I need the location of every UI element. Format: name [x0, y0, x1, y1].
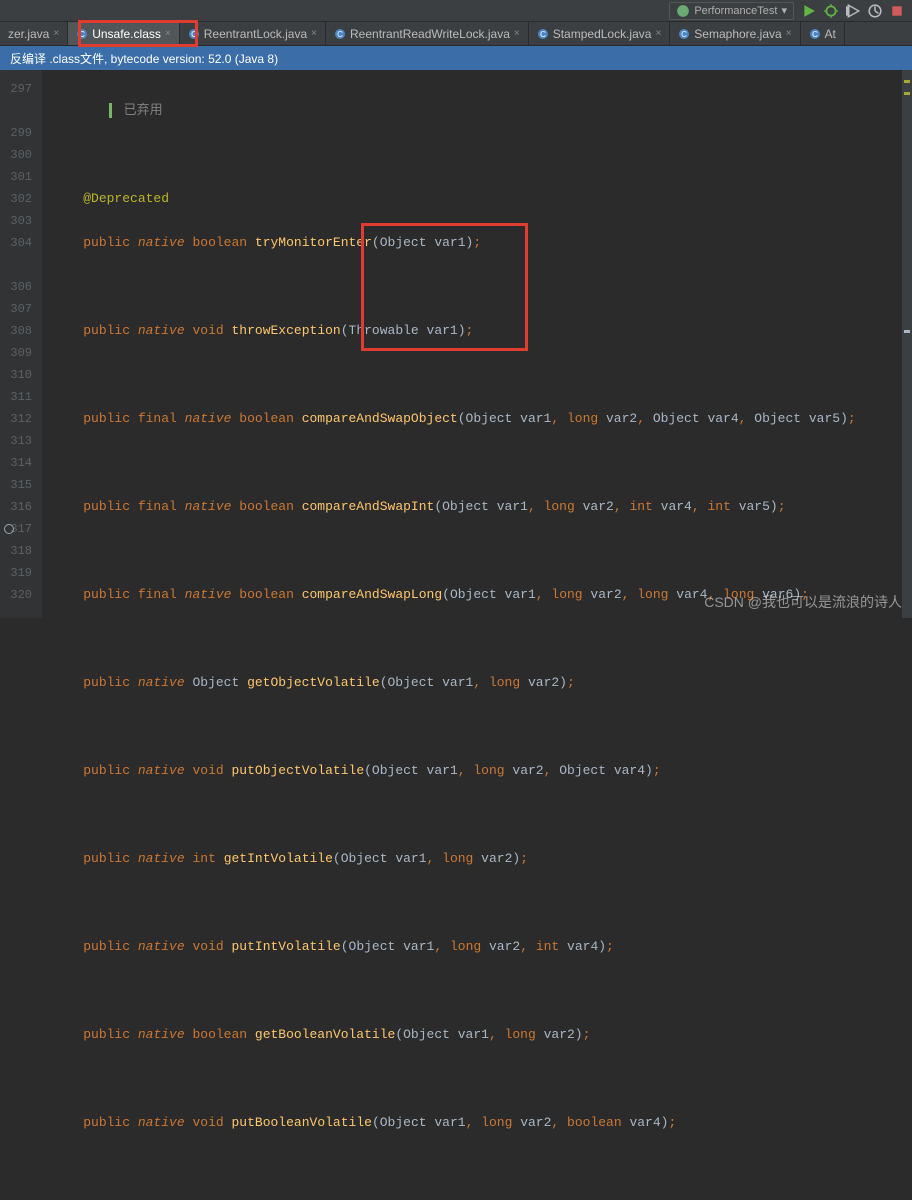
- recent-icon[interactable]: [647, 4, 661, 18]
- run-config-label: PerformanceTest: [694, 5, 777, 17]
- svg-text:C: C: [812, 30, 818, 39]
- stop-icon[interactable]: [890, 4, 904, 18]
- svg-text:C: C: [681, 30, 687, 39]
- main-toolbar: PerformanceTest ▾: [0, 0, 912, 22]
- editor-tabs: zer.java× C Unsafe.class× C ReentrantLoc…: [0, 22, 912, 46]
- svg-text:C: C: [191, 30, 197, 39]
- tab-zer-java[interactable]: zer.java×: [0, 22, 68, 45]
- tab-reentrantreadwritelock[interactable]: C ReentrantReadWriteLock.java×: [326, 22, 529, 45]
- chevron-down-icon: ▾: [781, 4, 787, 17]
- code-editor: 297 299 300 301 302 303 304 306 307 308 …: [0, 70, 912, 618]
- watermark: CSDN @我也可以是流浪的诗人: [704, 592, 902, 612]
- class-icon: C: [188, 28, 200, 40]
- tab-at[interactable]: C At: [801, 22, 845, 45]
- svg-text:C: C: [79, 30, 85, 39]
- svg-text:C: C: [540, 30, 546, 39]
- close-icon[interactable]: ×: [165, 28, 171, 39]
- info-bar-text: 反编译 .class文件, bytecode version: 52.0 (Ja…: [10, 50, 278, 67]
- code-area[interactable]: 已弃用 @Deprecated public native boolean tr…: [42, 70, 912, 618]
- class-icon: C: [678, 28, 690, 40]
- class-icon: C: [334, 28, 346, 40]
- run-config-dropdown[interactable]: PerformanceTest ▾: [669, 2, 794, 20]
- class-icon: C: [809, 28, 821, 40]
- deprecated-comment: 已弃用: [109, 103, 163, 118]
- app-icon: [676, 4, 690, 18]
- editor-scrollbar[interactable]: [902, 70, 912, 618]
- line-gutter[interactable]: 297 299 300 301 302 303 304 306 307 308 …: [0, 70, 42, 618]
- close-icon[interactable]: ×: [786, 28, 792, 39]
- class-icon: C: [537, 28, 549, 40]
- tab-semaphore[interactable]: C Semaphore.java×: [670, 22, 800, 45]
- close-icon[interactable]: ×: [53, 28, 59, 39]
- tab-unsafe-class[interactable]: C Unsafe.class×: [68, 22, 180, 45]
- tab-reentrantlock[interactable]: C ReentrantLock.java×: [180, 22, 326, 45]
- close-icon[interactable]: ×: [514, 28, 520, 39]
- close-icon[interactable]: ×: [311, 28, 317, 39]
- tab-stampedlock[interactable]: C StampedLock.java×: [529, 22, 671, 45]
- close-icon[interactable]: ×: [655, 28, 661, 39]
- coverage-icon[interactable]: [846, 4, 860, 18]
- decompile-info-bar: 反编译 .class文件, bytecode version: 52.0 (Ja…: [0, 46, 912, 70]
- svg-text:C: C: [337, 30, 343, 39]
- debug-icon[interactable]: [824, 4, 838, 18]
- profiler-icon[interactable]: [868, 4, 882, 18]
- class-icon: C: [76, 28, 88, 40]
- run-icon[interactable]: [802, 4, 816, 18]
